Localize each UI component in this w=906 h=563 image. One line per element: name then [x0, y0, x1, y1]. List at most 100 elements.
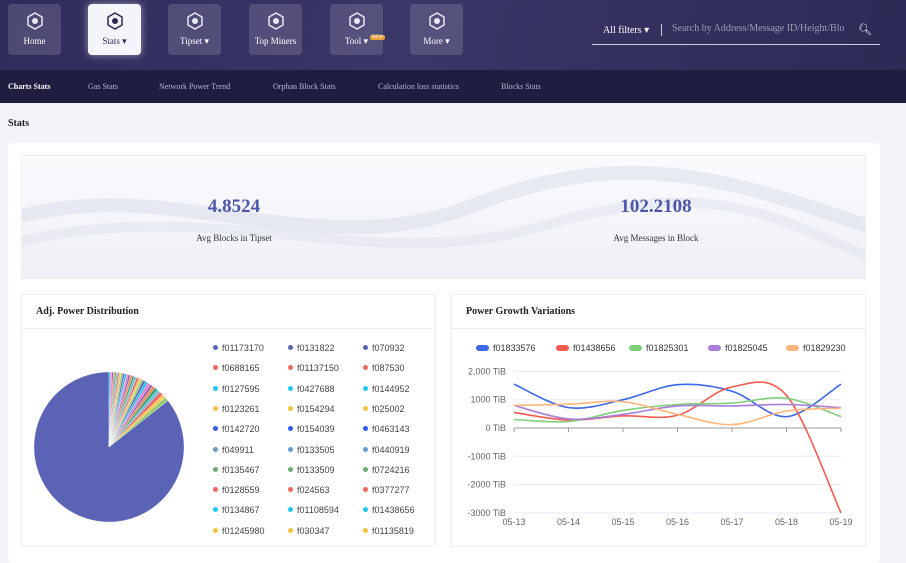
legend-item[interactable]: f01438656: [363, 505, 415, 515]
sliders-icon: [106, 12, 123, 30]
legend-label[interactable]: f01825301: [646, 343, 689, 353]
legend-item[interactable]: f0123261: [213, 404, 260, 414]
legend-item[interactable]: f0688165: [213, 363, 260, 373]
legend-dot: [363, 507, 368, 513]
nav-stats-button[interactable]: Stats ▾: [88, 4, 141, 55]
legend-label[interactable]: f01825045: [725, 343, 768, 353]
legend-item[interactable]: f01137150: [288, 363, 339, 373]
y-tick-label: 1000 TiB: [470, 395, 506, 405]
y-tick-label: 0 TiB: [485, 423, 506, 433]
nav-more-button[interactable]: More ▾: [410, 4, 463, 55]
page-title: Stats: [8, 118, 30, 129]
legend-item[interactable]: f0154294: [288, 404, 335, 414]
legend-item[interactable]: f0135467: [213, 465, 260, 475]
x-tick-label: 05-16: [666, 517, 689, 527]
legend-item[interactable]: f0144952: [363, 384, 410, 394]
globe-icon: [267, 12, 284, 30]
legend-item[interactable]: f030347: [288, 526, 330, 536]
legend-item[interactable]: f01245980: [213, 526, 265, 536]
all-filters-dropdown[interactable]: All filters ▾: [603, 25, 649, 36]
legend-swatch[interactable]: [708, 345, 721, 351]
legend-dot: [363, 426, 368, 432]
legend-dot: [213, 507, 218, 513]
y-tick-label: -1000 TiB: [467, 451, 506, 461]
legend-item[interactable]: f0427688: [288, 384, 335, 394]
subnav-blocks-stats[interactable]: Blocks Stats: [501, 82, 541, 91]
legend-item[interactable]: f0127595: [213, 384, 260, 394]
legend-dot: [363, 365, 368, 371]
power-growth-panel: Power Growth Variations 2,000 TiB 1000 Ti…: [451, 294, 866, 547]
legend-dot: [288, 446, 293, 452]
legend-item[interactable]: f0128559: [213, 485, 260, 495]
legend-swatch[interactable]: [476, 345, 489, 351]
legend-item[interactable]: f01108594: [288, 505, 339, 515]
legend-dot: [363, 405, 368, 411]
legend-item[interactable]: f01173170: [213, 343, 264, 353]
legend-dot: [363, 527, 368, 533]
legend-swatch[interactable]: [556, 345, 569, 351]
legend-item[interactable]: f01135819: [363, 526, 414, 536]
legend-item[interactable]: f0154039: [288, 424, 335, 434]
search-input[interactable]: [672, 23, 852, 34]
legend-item[interactable]: f0724216: [363, 465, 410, 475]
legend-item[interactable]: f0142720: [213, 424, 260, 434]
legend-item[interactable]: f0377277: [363, 485, 410, 495]
search-icon[interactable]: 🔍︎: [858, 23, 872, 36]
legend-item[interactable]: f0134867: [213, 505, 260, 515]
sub-nav: Charts Stats Gas Stats Network Power Tre…: [0, 70, 906, 103]
nav-tipset-button[interactable]: Tipset ▾: [168, 4, 221, 55]
legend-item[interactable]: f070932: [363, 343, 405, 353]
legend-dot: [363, 345, 368, 350]
y-tick-label: 2,000 TiB: [468, 366, 506, 376]
legend-item[interactable]: f0440919: [363, 445, 410, 455]
avg-messages-label: Avg Messages in Block: [613, 233, 699, 243]
subnav-network-power-trend[interactable]: Network Power Trend: [159, 82, 230, 91]
legend-item[interactable]: f049911: [213, 445, 254, 455]
legend-label[interactable]: f01833576: [493, 343, 536, 353]
legend-label[interactable]: f01438656: [573, 343, 616, 353]
series-line-f01833576[interactable]: [513, 383, 842, 418]
legend-dot: [363, 466, 368, 472]
series-line-f01438656[interactable]: [513, 381, 842, 514]
legend-dot: [213, 466, 218, 472]
legend-item[interactable]: f0131822: [288, 343, 335, 353]
nav-top-miners-button[interactable]: Top Miners: [249, 4, 302, 55]
legend-swatch[interactable]: [786, 345, 799, 351]
legend-dot: [363, 385, 368, 391]
adj-power-panel: Adj. Power Distribution f01173170 f013182…: [21, 294, 436, 547]
subnav-orphan-block-stats[interactable]: Orphan Block Stats: [273, 82, 336, 91]
legend-item[interactable]: f024563: [288, 485, 330, 495]
legend-dot: [213, 365, 218, 371]
legend-item[interactable]: f087530: [363, 363, 405, 373]
legend-item[interactable]: f025002: [363, 404, 405, 414]
x-tick-label: 05-18: [775, 517, 798, 527]
legend-dot: [213, 446, 218, 452]
legend-dot: [288, 365, 293, 371]
tipset-chain-icon: [186, 12, 203, 30]
legend-swatch[interactable]: [629, 345, 642, 351]
pie-chart: [33, 371, 185, 523]
legend-dot: [288, 385, 293, 391]
nav-home-button[interactable]: Home: [8, 4, 61, 55]
x-tick-label: 05-14: [557, 517, 580, 527]
subnav-charts-stats[interactable]: Charts Stats: [8, 82, 50, 91]
panel-title: Power Growth Variations: [452, 295, 865, 329]
legend-dot: [288, 487, 293, 493]
legend-dot: [288, 345, 293, 350]
legend-item[interactable]: f0463143: [363, 424, 410, 434]
legend-dot: [288, 466, 293, 472]
legend-dot: [288, 426, 293, 432]
legend-label[interactable]: f01829230: [803, 343, 846, 353]
legend-dot: [288, 507, 293, 513]
legend-dot: [213, 345, 218, 350]
legend-item[interactable]: f0133505: [288, 445, 335, 455]
legend-dot: [363, 446, 368, 452]
subnav-calculation-loss[interactable]: Calculation loss statistics: [378, 82, 459, 91]
subnav-gas-stats[interactable]: Gas Stats: [88, 82, 118, 91]
y-tick-label: -3000 TiB: [467, 508, 506, 518]
x-tick-label: 05-19: [829, 517, 852, 527]
nav-tool-button[interactable]: Tool ▾ NEW: [330, 4, 385, 55]
avg-blocks-label: Avg Blocks in Tipset: [196, 233, 272, 243]
legend-dot: [213, 527, 218, 533]
legend-item[interactable]: f0133509: [288, 465, 335, 475]
